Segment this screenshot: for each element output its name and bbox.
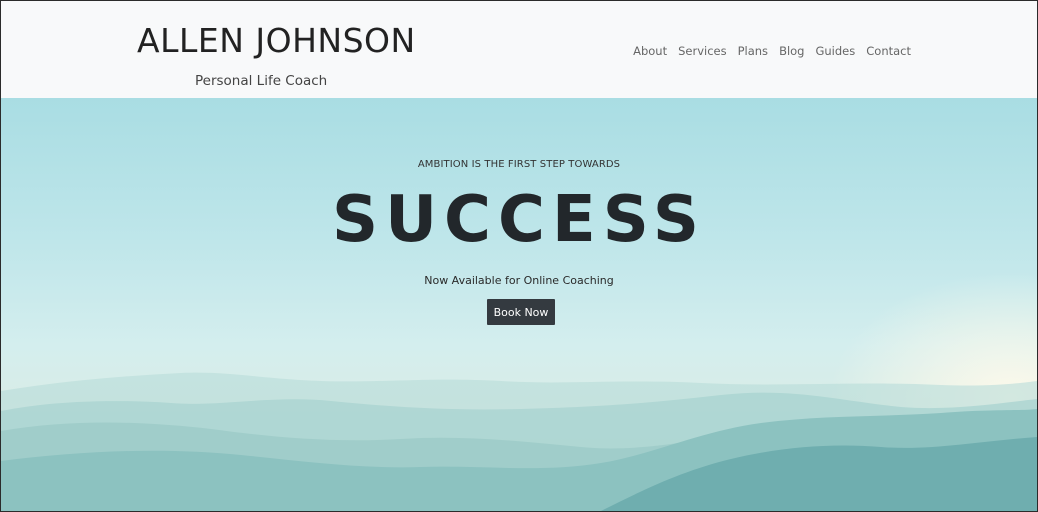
nav-link-about[interactable]: About — [633, 44, 667, 58]
mountains-background — [1, 372, 1037, 511]
site-header: ALLEN JOHNSON Personal Life Coach About … — [1, 1, 1037, 99]
hero-subtext: Now Available for Online Coaching — [424, 274, 614, 287]
nav-link-guides[interactable]: Guides — [815, 44, 855, 58]
main-nav: About Services Plans Blog Guides Contact — [633, 44, 911, 58]
hero-section: AMBITION IS THE FIRST STEP TOWARDS SUCCE… — [1, 98, 1037, 511]
brand-name[interactable]: ALLEN JOHNSON — [137, 21, 416, 60]
book-now-button[interactable]: Book Now — [487, 299, 555, 325]
hero-headline: SUCCESS — [331, 183, 707, 257]
browser-viewport: ALLEN JOHNSON Personal Life Coach About … — [0, 0, 1038, 512]
nav-link-services[interactable]: Services — [678, 44, 727, 58]
nav-link-blog[interactable]: Blog — [779, 44, 804, 58]
nav-link-plans[interactable]: Plans — [738, 44, 768, 58]
hero-tagline: AMBITION IS THE FIRST STEP TOWARDS — [417, 159, 621, 170]
nav-link-contact[interactable]: Contact — [866, 44, 911, 58]
brand-tagline: Personal Life Coach — [195, 73, 328, 89]
